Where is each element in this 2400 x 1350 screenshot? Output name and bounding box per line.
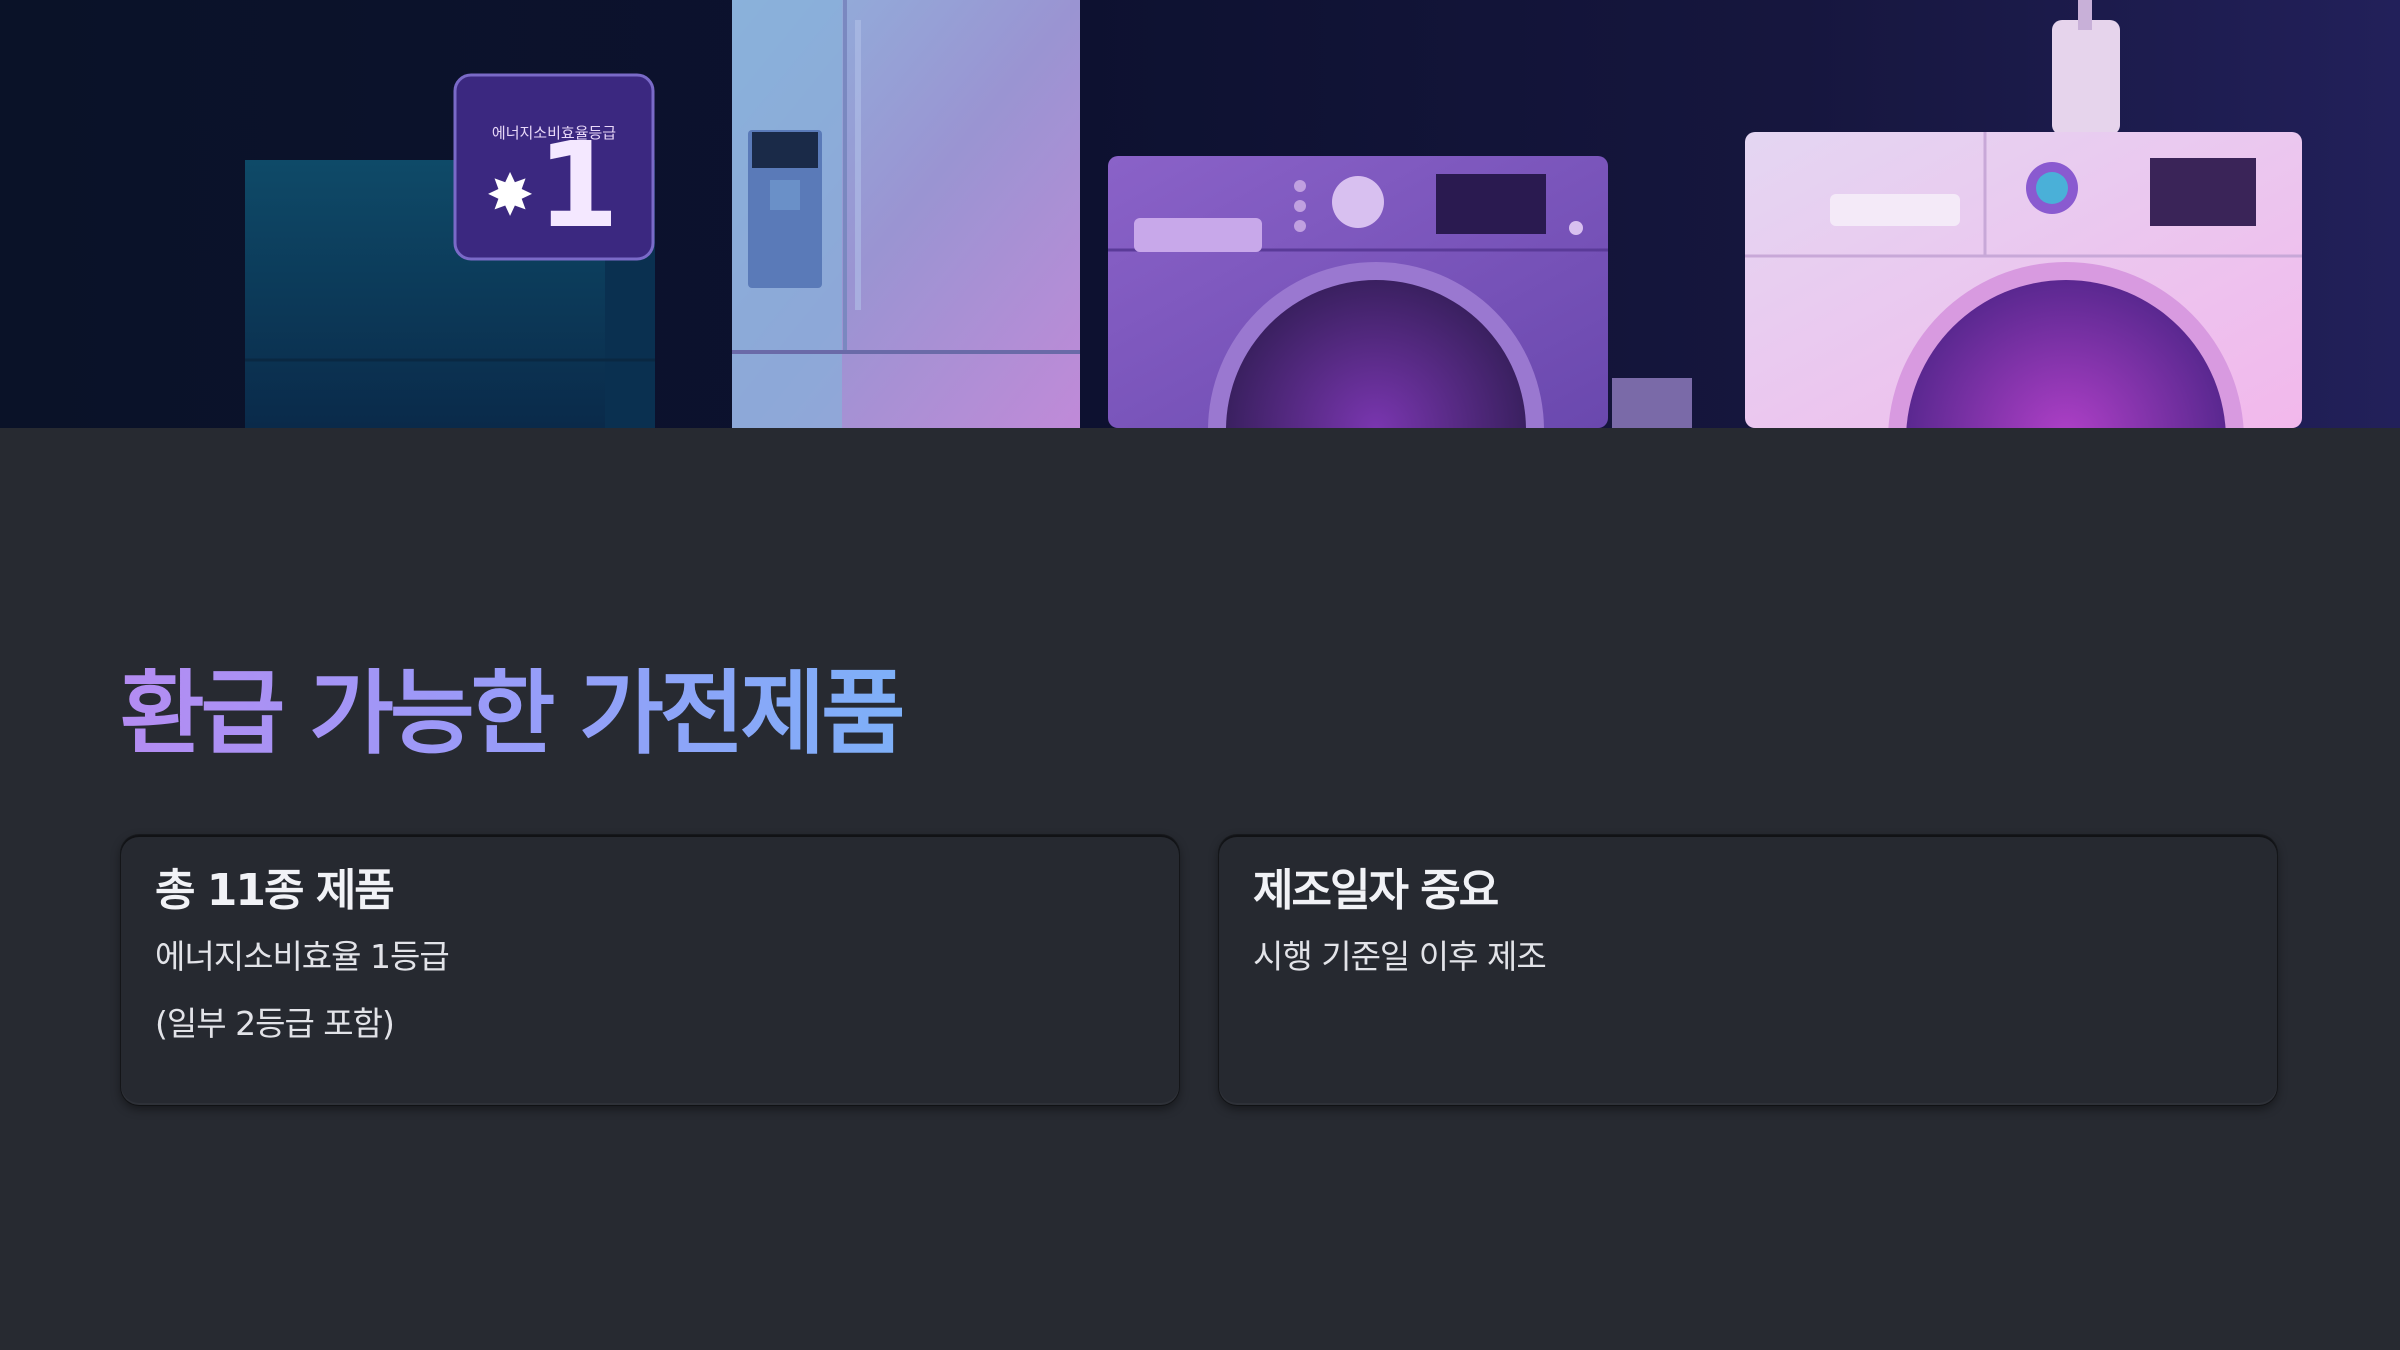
info-card-products: 총 11종 제품 에너지소비효율 1등급 (일부 2등급 포함) bbox=[121, 835, 1179, 1105]
refrigerator bbox=[732, 0, 1080, 428]
card-line: 시행 기준일 이후 제조 bbox=[1253, 937, 1547, 977]
card-line: (일부 2등급 포함) bbox=[155, 1003, 395, 1043]
appliances-illustration: 에너지소비효율등급 ✸ 1 bbox=[245, 0, 2302, 428]
washing-machine-purple bbox=[1108, 156, 1608, 428]
small-appliance bbox=[1612, 378, 1692, 428]
sparkle-icon: ✸ bbox=[486, 161, 535, 229]
washing-machine-pink bbox=[1745, 0, 2302, 428]
section-title: 환급 가능한 가전제품 bbox=[120, 660, 906, 767]
card-line: 에너지소비효율 1등급 bbox=[155, 937, 450, 977]
info-card-manufacture-date: 제조일자 중요 시행 기준일 이후 제조 bbox=[1219, 835, 2277, 1105]
hero-banner: 에너지소비효율등급 ✸ 1 bbox=[0, 0, 2400, 428]
card-title: 총 11종 제품 bbox=[155, 865, 395, 916]
energy-grade-badge: 에너지소비효율등급 ✸ 1 bbox=[453, 73, 655, 261]
card-title: 제조일자 중요 bbox=[1253, 865, 1499, 916]
badge-number: 1 bbox=[537, 116, 619, 254]
